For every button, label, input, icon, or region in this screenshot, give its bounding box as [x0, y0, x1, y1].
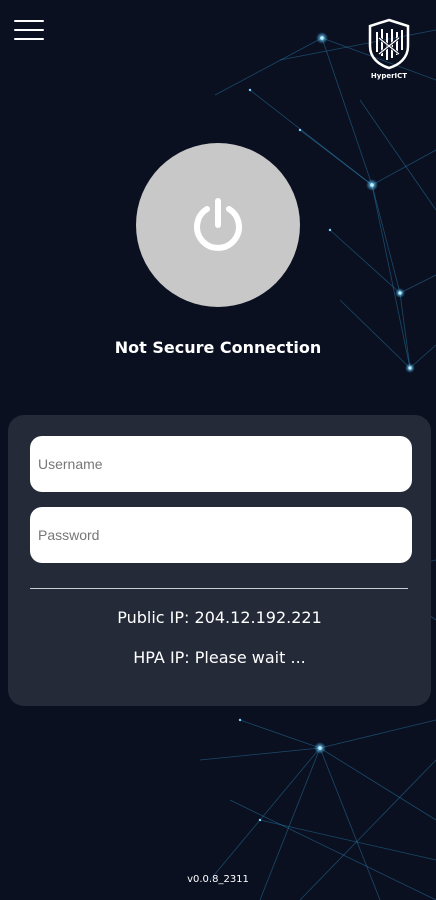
- app-logo: HyperICT: [364, 18, 414, 86]
- power-icon: [194, 198, 242, 251]
- public-ip-label: Public IP: 204.12.192.221: [117, 608, 322, 627]
- connect-power-button[interactable]: [136, 143, 300, 307]
- connection-status: Not Secure Connection: [114, 338, 322, 357]
- hpa-ip-label: HPA IP: Please wait ...: [133, 648, 306, 667]
- hamburger-menu-icon-line: [14, 29, 44, 31]
- login-panel: Public IP: 204.12.192.221 HPA IP: Please…: [8, 415, 431, 706]
- menu-button[interactable]: [14, 20, 44, 42]
- app-version: v0.0.8_2311: [187, 874, 249, 885]
- panel-divider: [30, 588, 408, 589]
- shield-logo-icon: [368, 18, 410, 70]
- hamburger-menu-icon: [14, 20, 44, 22]
- logo-text: HyperICT: [370, 72, 408, 80]
- hamburger-menu-icon-line: [14, 38, 44, 40]
- username-input[interactable]: [30, 436, 412, 492]
- password-input[interactable]: [30, 507, 412, 563]
